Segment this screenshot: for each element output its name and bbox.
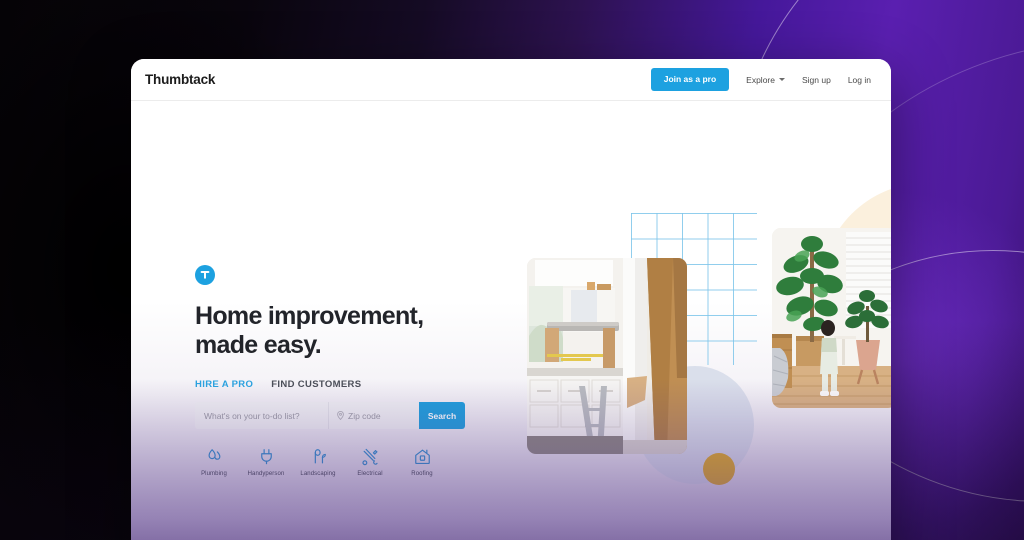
page-title: Home improvement, made easy. (195, 302, 495, 359)
tab-hire-a-pro[interactable]: HIRE A PRO (195, 379, 253, 390)
primary-navigation: Join as a pro Explore Sign up Log in (650, 68, 871, 91)
search-zip-input[interactable]: Zip code (329, 402, 419, 429)
gold-circle-decoration (703, 453, 735, 485)
crossed-tools-icon (361, 448, 378, 466)
category-electrical-label: Electrical (357, 471, 383, 477)
category-handyperson-label: Handyperson (247, 471, 285, 477)
hero-tabs: HIRE A PRO FIND CUSTOMERS (195, 379, 495, 390)
category-plumbing-label: Plumbing (201, 471, 227, 477)
nav-item-explore[interactable]: Explore (746, 75, 785, 85)
thumbtack-logo-icon (195, 265, 215, 285)
power-plug-icon (260, 449, 272, 465)
category-landscaping[interactable]: Landscaping (299, 447, 337, 477)
search-zip-placeholder: Zip code (348, 410, 381, 421)
living-room-plants-photo (772, 228, 891, 408)
hero-section: Home improvement, made easy. HIRE A PRO … (131, 101, 891, 540)
search-task-input[interactable]: What's on your to-do list? (195, 402, 329, 429)
house-roof-icon (414, 449, 430, 465)
category-shortcuts: Plumbing Handyperson Landscaping Electri… (195, 447, 495, 477)
kitchen-renovation-photo (527, 258, 687, 454)
browser-window: Thumbtack Join as a pro Explore Sign up … (131, 59, 891, 540)
nav-item-explore-label: Explore (746, 74, 775, 85)
site-logo-wordmark[interactable]: Thumbtack (145, 72, 215, 87)
hero-content: Home improvement, made easy. HIRE A PRO … (195, 265, 495, 477)
join-as-a-pro-button[interactable]: Join as a pro (650, 68, 730, 91)
category-plumbing[interactable]: Plumbing (195, 447, 233, 477)
location-pin-icon (337, 411, 344, 420)
category-roofing[interactable]: Roofing (403, 447, 441, 477)
category-electrical[interactable]: Electrical (351, 447, 389, 477)
tab-find-customers[interactable]: FIND CUSTOMERS (271, 379, 361, 390)
screenshot-stage: Thumbtack Join as a pro Explore Sign up … (0, 0, 1024, 540)
search-button[interactable]: Search (419, 402, 465, 429)
nav-item-log-in[interactable]: Log in (848, 75, 871, 85)
water-drops-icon (208, 449, 220, 460)
headline-line-2: made easy. (195, 330, 322, 359)
headline-line-1: Home improvement, (195, 302, 424, 330)
site-header: Thumbtack Join as a pro Explore Sign up … (131, 59, 891, 101)
search-bar: What's on your to-do list? Zip code Sear… (195, 402, 465, 429)
category-landscaping-label: Landscaping (300, 471, 336, 477)
chevron-down-icon (778, 78, 785, 81)
plant-trowel-icon (314, 449, 326, 464)
category-roofing-label: Roofing (411, 471, 433, 477)
category-handyperson[interactable]: Handyperson (247, 447, 285, 477)
nav-item-sign-up[interactable]: Sign up (802, 75, 831, 85)
